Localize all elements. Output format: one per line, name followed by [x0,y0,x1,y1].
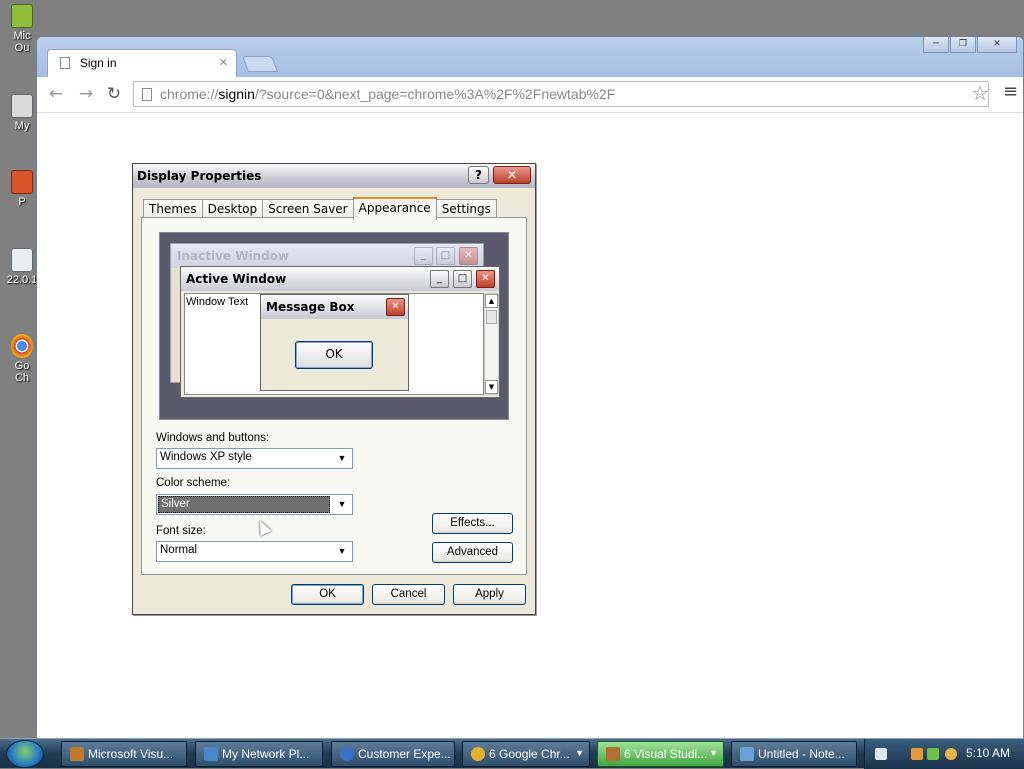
tab-appearance[interactable]: Appearance [352,197,437,220]
minimize-icon: _ [430,270,449,288]
browser-tabstrip: ─ ❐ ✕ Sign in ✕ [37,37,1023,77]
color-scheme-select[interactable]: Silver ▼ [156,494,353,515]
page-icon [142,88,152,101]
taskbar-item-label: Untitled - Note... [758,747,845,761]
taskbar-item-label: Customer Expe... [358,747,451,761]
scroll-up-icon: ▲ [485,294,498,308]
taskbar-item-google-chrome[interactable]: 6 Google Chr... ▼ [462,741,590,767]
taskbar-item-label: Microsoft Visu... [88,747,174,761]
tab-themes[interactable]: Themes [143,199,203,219]
tab-settings[interactable]: Settings [435,199,497,219]
taskbar: Microsoft Visu... My Network Pl... Custo… [0,738,1024,769]
minimize-button[interactable]: ─ [923,37,949,53]
display-properties-dialog: Display Properties ? ✕ Themes Desktop Sc… [132,163,536,615]
chevron-down-icon[interactable]: ▼ [575,748,584,758]
chrome-menu-icon[interactable]: ≡ [1003,83,1018,101]
maximize-icon: □ [436,247,455,265]
chevron-down-icon[interactable]: ▼ [709,748,718,758]
scroll-thumb [486,310,497,324]
chevron-down-icon[interactable]: ▼ [334,496,350,513]
appearance-preview: Inactive Window _ □ ✕ Active Window _ □ … [159,232,509,420]
help-icon [340,747,354,761]
chevron-down-icon[interactable]: ▼ [334,450,350,467]
url-path: /?source=0&next_page=chrome%3A%2F%2Fnewt… [254,86,616,102]
appearance-panel: Inactive Window _ □ ✕ Active Window _ □ … [141,217,527,575]
windows-buttons-select[interactable]: Windows XP style ▼ [156,448,353,469]
color-scheme-value: Silver [158,496,330,513]
network-icon [11,94,33,118]
tab-close-icon[interactable]: ✕ [219,56,228,69]
search-icon[interactable] [945,748,957,760]
advanced-button[interactable]: Advanced [432,542,513,563]
chevron-down-icon[interactable]: ▼ [334,543,350,560]
visual-studio-icon [70,747,84,761]
network-icon [204,747,218,761]
windows-buttons-label: Windows and buttons: [156,432,270,444]
effects-button[interactable]: Effects... [432,513,513,534]
color-scheme-label: Color scheme: [156,477,231,489]
chrome-icon [11,334,33,358]
back-button[interactable]: ← [45,83,67,105]
close-icon: ✕ [386,298,405,316]
tray-app-icon[interactable] [927,748,939,760]
desktop: { "desktop": { "icons": [ {"label": "Mic… [0,0,1024,769]
page-icon [60,57,70,69]
url-scheme: chrome:// [160,86,219,102]
taskbar-item-label: 6 Google Chr... [489,747,570,761]
preview-message-box: Message Box ✕ OK [260,294,409,391]
minimize-icon: _ [414,247,433,265]
keyboard-icon[interactable] [875,748,887,760]
message-box-ok-button: OK [295,341,373,369]
preview-scrollbar: ▲ ▼ [484,293,499,395]
font-size-label: Font size: [156,525,206,537]
tab-desktop[interactable]: Desktop [201,199,264,219]
taskbar-item-my-network[interactable]: My Network Pl... [195,741,323,767]
maximize-button[interactable]: ❐ [950,37,976,53]
close-icon: ✕ [459,247,478,265]
clock[interactable]: 5:10 AM [966,746,1010,760]
windows-buttons-value: Windows XP style [160,451,252,463]
tab-title: Sign in [79,56,117,70]
shortcut-icon [11,170,33,194]
forward-button[interactable]: → [75,83,97,105]
font-size-value: Normal [160,544,198,556]
address-bar[interactable]: chrome://signin/?source=0&next_page=chro… [133,81,989,107]
maximize-icon: □ [453,270,472,288]
ok-button[interactable]: OK [291,584,364,605]
system-tray: 5:10 AM [864,739,1024,769]
taskbar-item-customer-experience[interactable]: Customer Expe... [331,741,455,767]
close-window-button[interactable]: ✕ [977,37,1017,53]
tab-screen-saver[interactable]: Screen Saver [262,199,354,219]
url-host: signin [218,86,255,102]
apply-button[interactable]: Apply [453,584,526,605]
chrome-icon [471,747,485,761]
reload-button[interactable]: ↻ [103,83,125,105]
new-tab-button[interactable] [242,56,278,72]
preview-active-window: Active Window _ □ ✕ Window Text ▲ ▼ Mess… [180,266,500,398]
notepad-icon [740,747,754,761]
browser-toolbar: ← → ↻ chrome://signin/?source=0&next_pag… [37,77,1023,113]
bookmark-star-icon[interactable]: ☆ [971,81,989,105]
help-button[interactable]: ? [468,166,489,184]
outlook-icon [11,4,33,28]
taskbar-item-label: 6 Visual Studi... [624,747,708,761]
visual-studio-icon [606,747,620,761]
taskbar-item-notepad[interactable]: Untitled - Note... [731,741,857,767]
window-controls: ─ ❐ ✕ [922,37,1017,53]
recycle-bin-icon [11,248,33,272]
taskbar-item-visual-studio[interactable]: Microsoft Visu... [61,741,187,767]
tray-app-icon[interactable] [911,748,923,760]
dialog-close-button[interactable]: ✕ [493,166,531,184]
taskbar-item-label: My Network Pl... [222,747,310,761]
active-window-title: Active Window [181,267,499,291]
taskbar-item-visual-studio-group[interactable]: 6 Visual Studi... ▼ [597,741,724,767]
cancel-button[interactable]: Cancel [372,584,445,605]
start-button[interactable] [6,740,44,768]
close-icon: ✕ [476,270,495,288]
tab-sign-in[interactable]: Sign in ✕ [47,49,237,77]
dialog-tabs: Themes Desktop Screen Saver Appearance S… [143,197,497,220]
scroll-down-icon: ▼ [485,380,498,394]
font-size-select[interactable]: Normal ▼ [156,541,353,562]
